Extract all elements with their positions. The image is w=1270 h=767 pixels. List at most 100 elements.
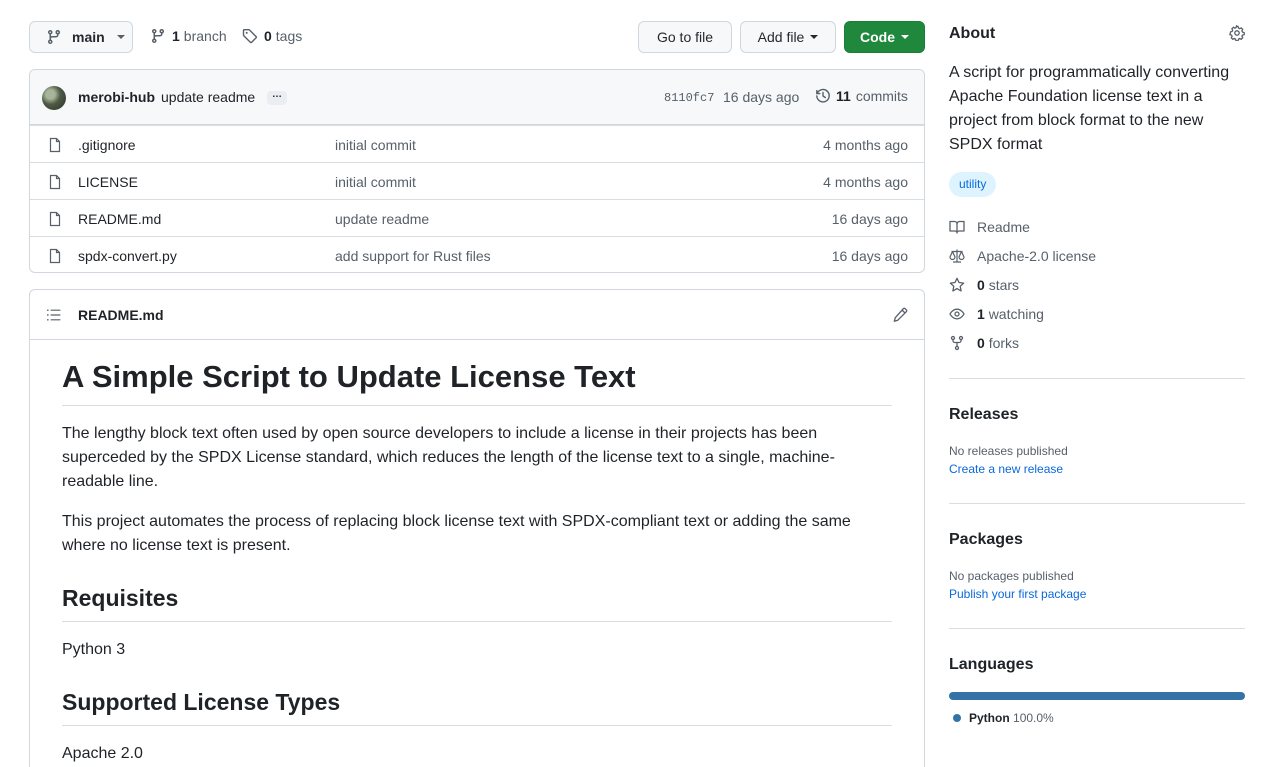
file-row[interactable]: .gitignore initial commit 4 months ago: [30, 125, 924, 162]
stars-count: 0: [977, 277, 985, 293]
latest-commit-bar: merobi-hub update readme … 8110fc7 16 da…: [30, 70, 924, 125]
license-label: Apache-2.0 license: [977, 248, 1097, 264]
branches-link[interactable]: 1 branch: [150, 28, 227, 44]
star-icon: [949, 277, 965, 292]
file-age: 16 days ago: [831, 211, 908, 227]
readme-heading-license-types: Supported License Types: [62, 688, 892, 726]
file-row[interactable]: LICENSE initial commit 4 months ago: [30, 162, 924, 199]
git-branch-icon: [151, 29, 164, 44]
commit-message-link[interactable]: update readme: [161, 89, 255, 105]
releases-title[interactable]: Releases: [949, 406, 1018, 424]
tag-icon: [242, 29, 257, 44]
divider: [949, 378, 1245, 379]
divider: [949, 628, 1245, 629]
license-link[interactable]: Apache-2.0 license: [949, 248, 1096, 264]
branch-label: branch: [183, 28, 227, 44]
readme-paragraph: The lengthy block text often used by ope…: [62, 425, 835, 491]
stars-link[interactable]: 0 stars: [949, 277, 1019, 293]
commit-time: 16 days ago: [723, 89, 800, 105]
git-branch-icon: [47, 30, 60, 45]
go-to-file-label: Go to file: [656, 29, 714, 45]
releases-empty-text: No releases published: [949, 444, 1068, 458]
file-commit-message[interactable]: initial commit: [335, 174, 416, 190]
file-name-link[interactable]: .gitignore: [78, 137, 136, 153]
book-icon: [949, 220, 965, 234]
repo-description: A script for programmatically converting…: [949, 64, 1230, 153]
language-percent: 100.0%: [1013, 711, 1054, 725]
law-icon: [949, 249, 965, 263]
readme-label: Readme: [977, 219, 1030, 235]
add-file-button[interactable]: Add file: [740, 21, 836, 53]
readme-paragraph: Python 3: [62, 640, 126, 658]
file-age: 4 months ago: [823, 174, 908, 190]
packages-empty-text: No packages published: [949, 569, 1074, 583]
readme-title: A Simple Script to Update License Text: [62, 358, 892, 407]
topic-tag[interactable]: utility: [949, 172, 997, 197]
file-age: 4 months ago: [823, 137, 908, 153]
publish-package-link[interactable]: Publish your first package: [949, 587, 1086, 601]
list-unordered-icon[interactable]: [46, 307, 62, 323]
language-name: Python: [969, 711, 1010, 725]
watchers-link[interactable]: 1 watching: [949, 306, 1044, 322]
file-icon: [49, 248, 61, 264]
file-name-link[interactable]: README.md: [78, 211, 161, 227]
commit-count-label: commits: [855, 88, 908, 104]
file-name-link[interactable]: spdx-convert.py: [78, 248, 177, 264]
packages-title[interactable]: Packages: [949, 531, 1023, 549]
commits-link[interactable]: 11 commits: [815, 88, 908, 104]
repo-forked-icon: [950, 335, 964, 351]
tag-label: tags: [275, 28, 303, 44]
chevron-down-icon: [901, 35, 909, 39]
commit-sha-link[interactable]: 8110fc7: [664, 91, 714, 105]
file-commit-message[interactable]: update readme: [335, 211, 429, 227]
commit-count: 11: [836, 88, 851, 104]
readme-content: A Simple Script to Update License Text T…: [62, 340, 892, 766]
branch-name: main: [72, 29, 105, 45]
file-icon: [49, 137, 61, 153]
file-age: 16 days ago: [831, 248, 908, 264]
readme-filename-link[interactable]: README.md: [78, 307, 164, 323]
tag-count: 0: [264, 28, 272, 44]
watching-count: 1: [977, 306, 985, 322]
history-icon: [816, 88, 830, 103]
expand-commit-button[interactable]: …: [267, 90, 287, 105]
readme-link[interactable]: Readme: [949, 219, 1030, 235]
readme-heading-requisites: Requisites: [62, 584, 892, 622]
readme-paragraph: This project automates the process of re…: [62, 513, 851, 555]
file-row[interactable]: README.md update readme 16 days ago: [30, 199, 924, 236]
create-release-link[interactable]: Create a new release: [949, 462, 1063, 476]
avatar[interactable]: [42, 86, 66, 110]
language-item[interactable]: Python 100.0%: [953, 711, 1054, 725]
branch-selector[interactable]: main: [29, 21, 133, 53]
readme-paragraph: Apache 2.0: [62, 744, 143, 762]
commit-author-link[interactable]: merobi-hub: [78, 89, 155, 105]
readme-panel: README.md A Simple Script to Update Lice…: [29, 289, 925, 767]
branch-count: 1: [172, 28, 180, 44]
eye-icon: [949, 308, 965, 320]
file-commit-message[interactable]: add support for Rust files: [335, 248, 491, 264]
add-file-label: Add file: [757, 29, 805, 45]
code-button[interactable]: Code: [844, 21, 925, 53]
about-title: About: [949, 25, 996, 42]
go-to-file-button[interactable]: Go to file: [638, 21, 732, 53]
forks-link[interactable]: 0 forks: [949, 335, 1019, 351]
readme-header: README.md: [30, 290, 924, 340]
file-commit-message[interactable]: initial commit: [335, 137, 416, 153]
file-name-link[interactable]: LICENSE: [78, 174, 138, 190]
divider: [949, 503, 1245, 504]
file-icon: [49, 174, 61, 190]
tags-link[interactable]: 0 tags: [242, 28, 302, 44]
code-label: Code: [860, 29, 895, 45]
pencil-icon[interactable]: [892, 307, 908, 323]
language-color-dot: [953, 714, 961, 722]
stars-label: stars: [988, 277, 1020, 293]
languages-title: Languages: [949, 656, 1034, 673]
forks-label: forks: [988, 335, 1020, 351]
gear-icon[interactable]: [1229, 25, 1245, 41]
chevron-down-icon: [116, 35, 125, 39]
file-browser: merobi-hub update readme … 8110fc7 16 da…: [29, 69, 925, 273]
watching-label: watching: [988, 306, 1044, 322]
file-row[interactable]: spdx-convert.py add support for Rust fil…: [30, 236, 924, 272]
language-bar: [949, 692, 1245, 700]
file-icon: [49, 211, 61, 227]
